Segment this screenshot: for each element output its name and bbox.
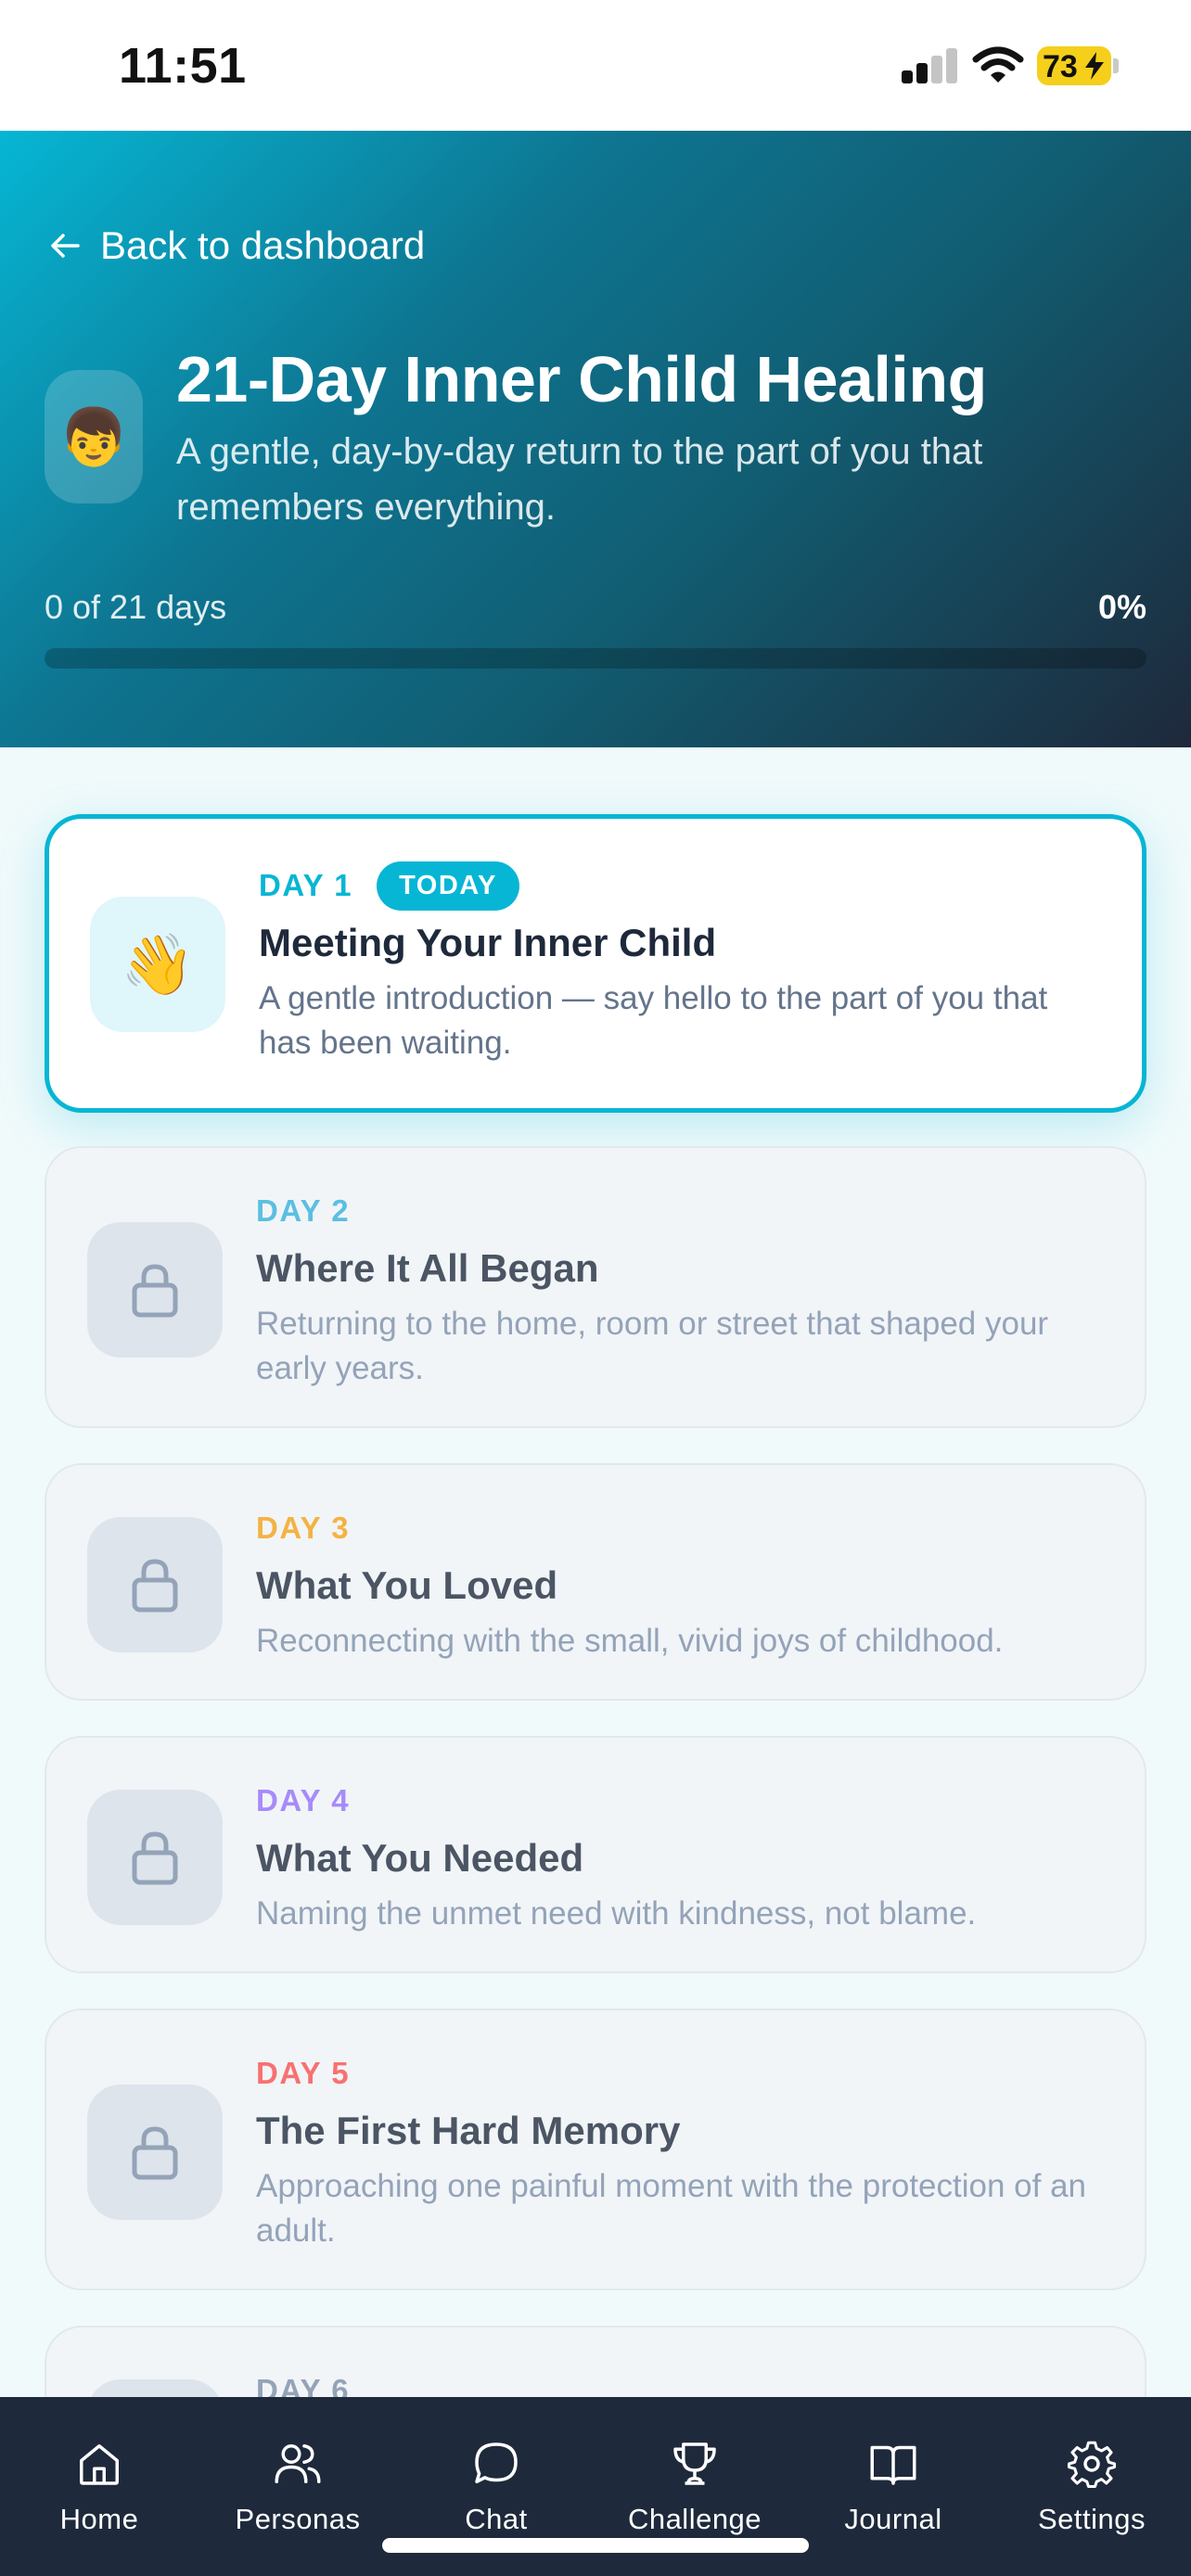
day-description: A gentle introduction — say hello to the… xyxy=(259,980,1048,1061)
chat-bubble-icon xyxy=(475,2442,518,2483)
status-bar: 11:51 73 xyxy=(0,0,1191,131)
nav-settings[interactable]: Settings xyxy=(992,2397,1191,2536)
nav-journal[interactable]: Journal xyxy=(794,2397,992,2536)
battery-level: 73 xyxy=(1043,49,1078,84)
progress-label: 0 of 21 days xyxy=(45,588,227,626)
today-badge: TODAY xyxy=(377,861,519,911)
lock-icon xyxy=(87,1517,223,1652)
wifi-icon xyxy=(972,46,1024,83)
day-label: DAY 5 xyxy=(256,2056,351,2090)
status-time: 11:51 xyxy=(119,38,247,94)
day-label: DAY 1 xyxy=(259,868,353,902)
nav-label: Settings xyxy=(1037,2503,1146,2535)
nav-home[interactable]: Home xyxy=(0,2397,198,2536)
page-title: 21-Day Inner Child Healing xyxy=(176,343,987,415)
nav-label: Challenge xyxy=(627,2503,762,2535)
day-title: What You Loved xyxy=(256,1563,558,1607)
page-subtitle: A gentle, day-by-day return to the part … xyxy=(176,431,983,528)
day-card-5[interactable]: DAY 5 The First Hard Memory Approaching … xyxy=(45,2009,1146,2290)
lock-icon xyxy=(87,1222,223,1358)
day-card-1[interactable]: 👋 DAY 1 TODAY Meeting Your Inner Child A… xyxy=(45,814,1146,1113)
nav-label: Journal xyxy=(844,2503,942,2535)
day-description: Reconnecting with the small, vivid joys … xyxy=(256,1623,1004,1659)
progress-bar xyxy=(45,648,1146,669)
day-card-3[interactable]: DAY 3 What You Loved Reconnecting with t… xyxy=(45,1463,1146,1701)
lock-icon xyxy=(87,2085,223,2220)
nav-chat[interactable]: Chat xyxy=(397,2397,596,2536)
home-icon xyxy=(80,2444,119,2485)
progress-percent: 0% xyxy=(1097,588,1146,626)
gear-icon xyxy=(1067,2441,1117,2489)
day-title: Meeting Your Inner Child xyxy=(259,921,717,964)
day-description: Approaching one painful moment with the … xyxy=(256,2168,1087,2249)
book-open-icon xyxy=(870,2445,916,2485)
day-card-2[interactable]: DAY 2 Where It All Began Returning to th… xyxy=(45,1146,1146,1428)
battery-icon: 73 xyxy=(1037,46,1111,85)
day-title: Where It All Began xyxy=(256,1246,599,1290)
day-title: What You Needed xyxy=(256,1836,584,1880)
day-card-4[interactable]: DAY 4 What You Needed Naming the unmet n… xyxy=(45,1736,1146,1973)
day-label: DAY 2 xyxy=(256,1193,351,1228)
nav-personas[interactable]: Personas xyxy=(198,2397,397,2536)
lock-icon xyxy=(87,1790,223,1925)
inner-child-icon: 👦 xyxy=(45,370,143,504)
nav-challenge[interactable]: Challenge xyxy=(596,2397,794,2536)
trophy-icon xyxy=(673,2442,716,2485)
nav-label: Personas xyxy=(235,2503,361,2535)
battery-tip xyxy=(1113,58,1119,73)
charging-bolt-icon xyxy=(1085,52,1104,80)
back-label: Back to dashboard xyxy=(100,223,426,267)
back-to-dashboard-link[interactable]: Back to dashboard xyxy=(46,223,425,268)
day-title: The First Hard Memory xyxy=(256,2109,681,2152)
day-description: Naming the unmet need with kindness, not… xyxy=(256,1895,977,1932)
nav-label: Chat xyxy=(465,2503,528,2535)
home-indicator xyxy=(382,2538,809,2553)
day-label: DAY 3 xyxy=(256,1511,351,1545)
challenge-header: Back to dashboard 👦 21-Day Inner Child H… xyxy=(0,131,1191,747)
users-icon xyxy=(275,2444,321,2483)
arrow-left-icon xyxy=(51,234,80,258)
cellular-signal-icon xyxy=(902,48,957,83)
day-label: DAY 4 xyxy=(256,1783,351,1817)
nav-label: Home xyxy=(59,2503,139,2535)
waving-hand-icon: 👋 xyxy=(90,897,225,1032)
day-description: Returning to the home, room or street th… xyxy=(256,1306,1049,1386)
